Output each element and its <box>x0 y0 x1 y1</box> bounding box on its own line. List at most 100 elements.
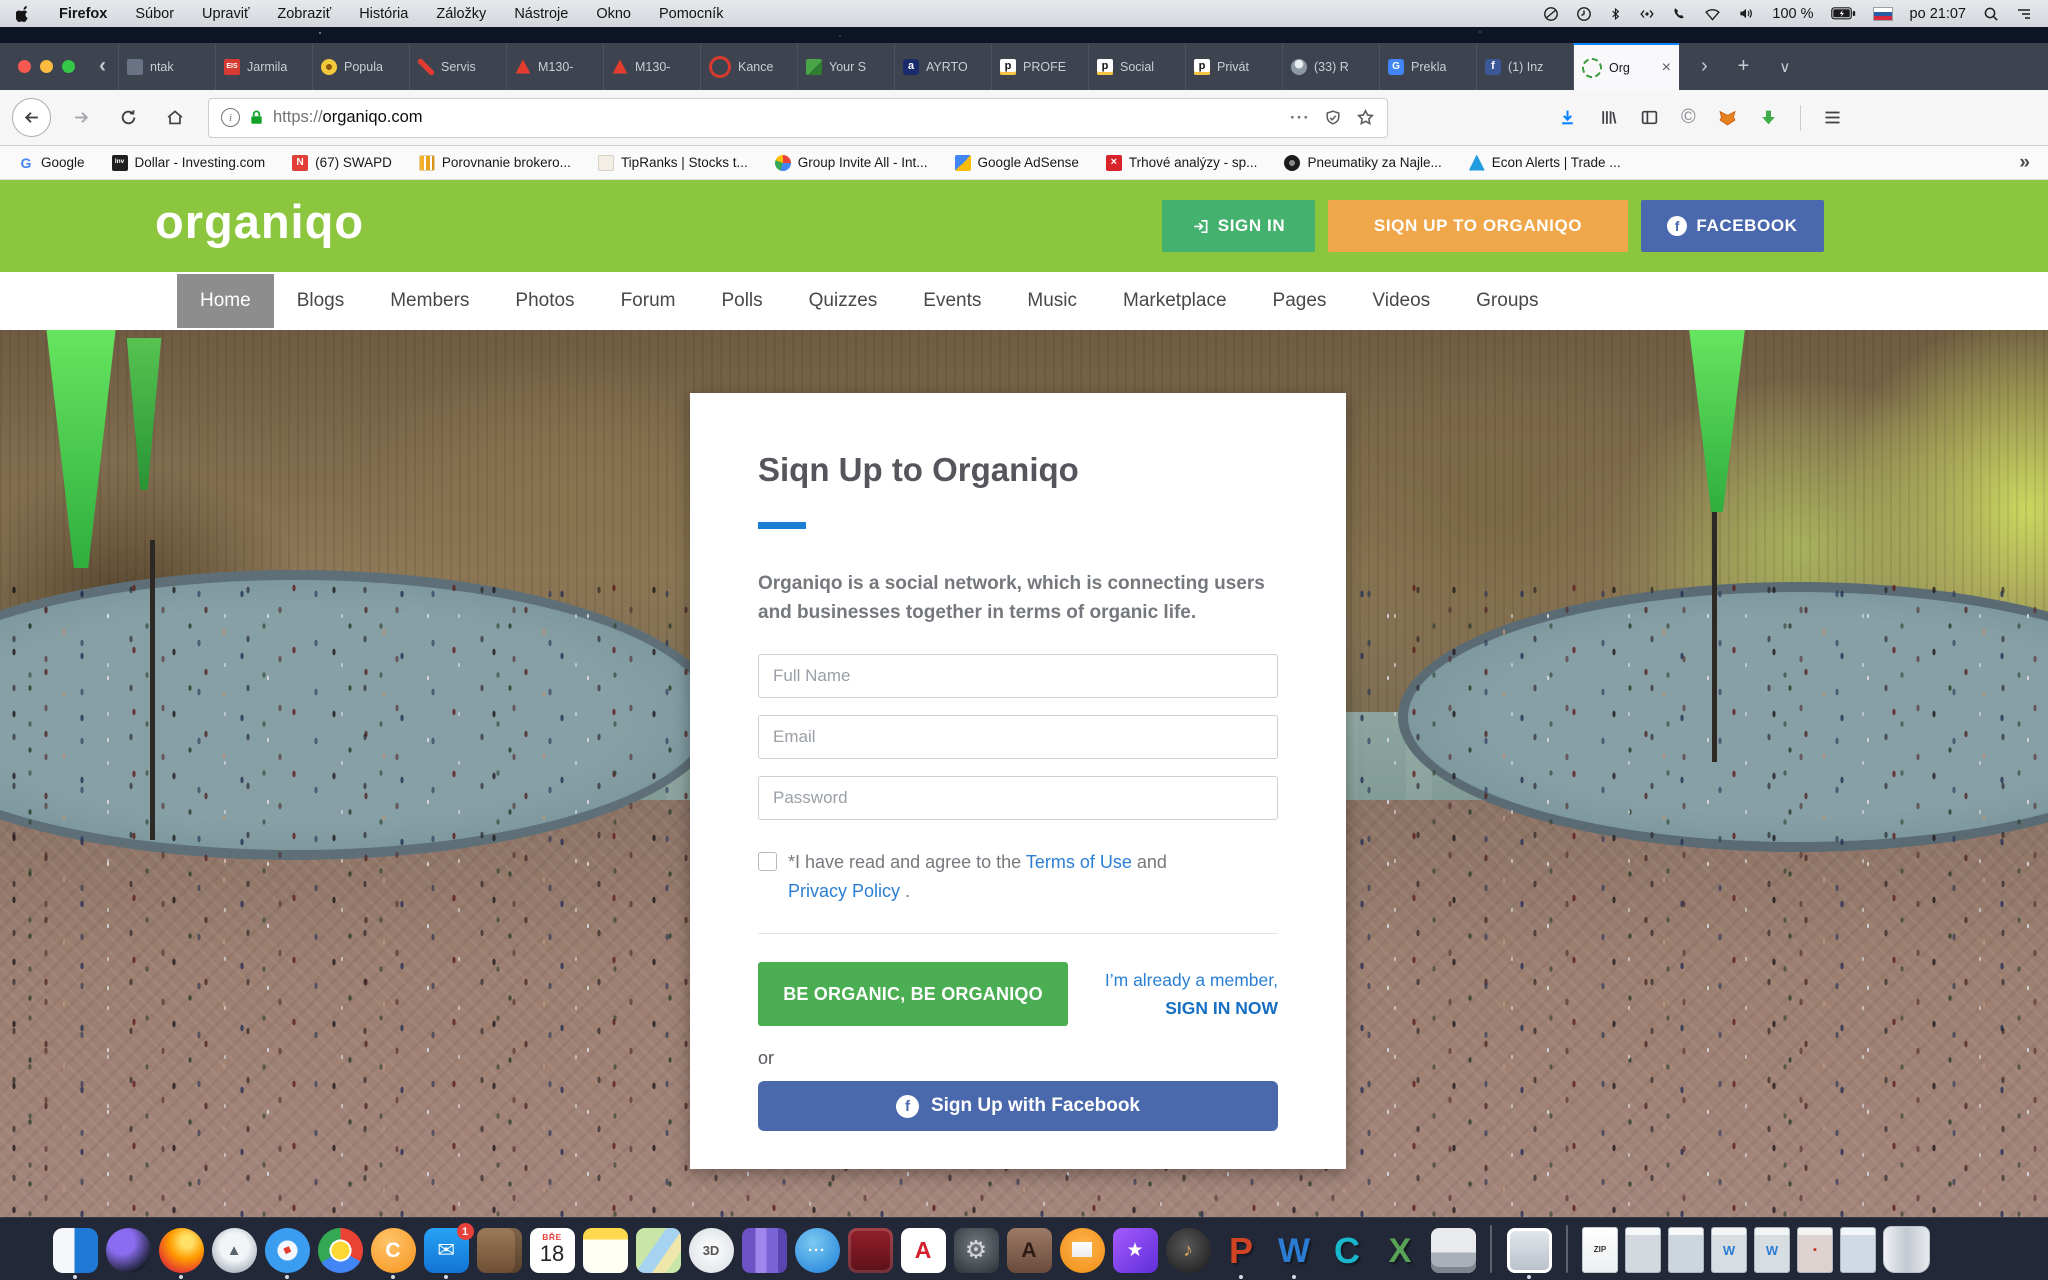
sign-in-now-link[interactable]: SIGN IN NOW <box>1105 998 1278 1019</box>
bookmark-item[interactable]: Porovnanie brokero... <box>419 155 571 171</box>
dock-app[interactable] <box>1559 1225 1575 1279</box>
browser-tab[interactable]: Org × <box>1573 43 1679 90</box>
dock-app[interactable] <box>1430 1228 1476 1279</box>
browser-tab[interactable]: Popula <box>312 43 409 90</box>
full-name-input[interactable] <box>758 654 1278 698</box>
adblock-green-arrow-icon[interactable] <box>1759 108 1778 127</box>
slovak-flag-icon[interactable] <box>1873 7 1893 21</box>
bookmark-item[interactable]: Inv Dollar - Investing.com <box>112 155 266 171</box>
dock-app[interactable]: ♪ <box>1165 1228 1211 1279</box>
site-nav-item[interactable]: Pages <box>1250 274 1350 328</box>
site-nav-item[interactable]: Polls <box>698 274 785 328</box>
dock-app[interactable] <box>635 1228 681 1279</box>
bookmark-star-icon[interactable] <box>1356 108 1375 127</box>
site-nav-item[interactable]: Groups <box>1453 274 1561 328</box>
sign-up-button[interactable]: SIQN UP TO ORGANIQO <box>1328 200 1628 252</box>
menubar-item[interactable]: Upraviť <box>202 6 249 22</box>
dock-app[interactable]: W <box>1754 1227 1790 1279</box>
reload-button[interactable] <box>111 101 145 135</box>
browser-tab[interactable]: p PROFE <box>991 43 1088 90</box>
dock-app[interactable]: A <box>1006 1228 1052 1279</box>
bookmark-item[interactable]: Google AdSense <box>955 155 1079 171</box>
dock-app[interactable] <box>1840 1227 1876 1279</box>
menubar-item[interactable]: Firefox <box>59 6 107 22</box>
notification-center-icon[interactable] <box>2016 7 2032 21</box>
dock-app[interactable]: ★ <box>1112 1228 1158 1279</box>
phone-icon[interactable] <box>1672 6 1687 21</box>
sidebar-icon[interactable] <box>1640 108 1659 127</box>
close-window-button[interactable] <box>18 60 31 73</box>
site-logo[interactable]: organiqo <box>155 194 364 249</box>
minimize-window-button[interactable] <box>40 60 53 73</box>
site-nav-item[interactable]: Quizzes <box>786 274 901 328</box>
browser-tab[interactable]: p Social <box>1088 43 1185 90</box>
menubar-item[interactable]: Záložky <box>436 6 486 22</box>
facebook-signup-button[interactable]: f Sign Up with Facebook <box>758 1081 1278 1131</box>
dock-app[interactable] <box>1668 1227 1704 1279</box>
dock-app[interactable]: C <box>370 1228 416 1279</box>
forward-button[interactable] <box>64 101 98 135</box>
bookmark-item[interactable]: Group Invite All - Int... <box>775 155 928 171</box>
site-nav-item[interactable]: Marketplace <box>1100 274 1250 328</box>
browser-tab[interactable]: Your S <box>797 43 894 90</box>
site-nav-item[interactable]: Events <box>900 274 1004 328</box>
site-nav-item[interactable]: Photos <box>492 274 597 328</box>
https-lock-icon[interactable] <box>249 109 264 126</box>
volume-icon[interactable] <box>1738 6 1755 21</box>
library-icon[interactable] <box>1599 108 1618 127</box>
dock-app[interactable] <box>582 1228 628 1279</box>
wifi-icon[interactable] <box>1704 6 1721 21</box>
menubar-item[interactable]: Súbor <box>135 6 174 22</box>
bluetooth-icon[interactable] <box>1609 6 1622 22</box>
site-nav-item[interactable]: Home <box>177 274 274 328</box>
dock-app[interactable] <box>105 1228 151 1279</box>
site-nav-item[interactable]: Forum <box>598 274 699 328</box>
dock-app[interactable]: A <box>900 1228 946 1279</box>
terms-checkbox[interactable] <box>758 852 777 871</box>
dock-app[interactable]: ZIP <box>1582 1227 1618 1279</box>
bookmarks-overflow-icon[interactable]: » <box>2019 152 2030 174</box>
facebook-header-button[interactable]: f FACEBOOK <box>1641 200 1824 252</box>
url-text[interactable]: https://organiqo.com <box>273 108 423 127</box>
menubar-item[interactable]: Nástroje <box>514 6 568 22</box>
site-nav-item[interactable]: Videos <box>1349 274 1453 328</box>
spotlight-icon[interactable] <box>1983 6 1999 22</box>
scroll-tabs-right-icon[interactable]: › <box>1701 55 1708 78</box>
terms-of-use-link[interactable]: Terms of Use <box>1026 852 1132 872</box>
bookmark-item[interactable]: Pneumatiky za Najle... <box>1284 155 1441 171</box>
site-nav-item[interactable]: Members <box>367 274 492 328</box>
dock-app[interactable] <box>52 1228 98 1279</box>
browser-tab[interactable]: (33) R <box>1282 43 1379 90</box>
home-button[interactable] <box>158 101 192 135</box>
browser-tab[interactable]: a AYRTO <box>894 43 991 90</box>
tracking-shield-icon[interactable] <box>1324 109 1342 127</box>
browser-tab[interactable]: Servis <box>409 43 506 90</box>
browser-tab[interactable]: p Privát <box>1185 43 1282 90</box>
back-button[interactable] <box>12 98 51 137</box>
menubar-item[interactable]: Okno <box>596 6 631 22</box>
browser-tab[interactable]: G Prekla <box>1379 43 1476 90</box>
bookmark-item[interactable]: G Google <box>18 155 85 171</box>
bookmark-item[interactable]: N (67) SWAPD <box>292 155 392 171</box>
dock-app[interactable] <box>1059 1228 1105 1279</box>
hamburger-menu-icon[interactable] <box>1823 109 1842 126</box>
new-tab-button[interactable]: + <box>1738 55 1750 78</box>
sign-in-button[interactable]: SIGN IN <box>1162 200 1315 252</box>
dock-app[interactable]: X <box>1377 1228 1423 1279</box>
dock-app[interactable]: W <box>1271 1228 1317 1279</box>
dock-app[interactable] <box>847 1228 893 1279</box>
page-actions-icon[interactable]: ··· <box>1290 108 1310 128</box>
zoom-window-button[interactable] <box>62 60 75 73</box>
browser-tab[interactable]: f (1) Inz <box>1476 43 1573 90</box>
menubar-item[interactable]: Zobraziť <box>277 6 331 22</box>
browser-tab[interactable]: EIS Jarmila <box>215 43 312 90</box>
dock-app[interactable]: ··· <box>794 1228 840 1279</box>
dock-app[interactable] <box>1506 1228 1552 1279</box>
tab-close-icon[interactable]: × <box>1660 59 1671 77</box>
dock-app[interactable] <box>1883 1226 1929 1279</box>
browser-tab[interactable]: M130- <box>506 43 603 90</box>
time-machine-icon[interactable] <box>1576 6 1592 22</box>
extension-copyright-icon[interactable]: © <box>1681 106 1696 129</box>
menubar-item[interactable]: Pomocník <box>659 6 723 22</box>
apple-menu-icon[interactable] <box>16 5 31 22</box>
